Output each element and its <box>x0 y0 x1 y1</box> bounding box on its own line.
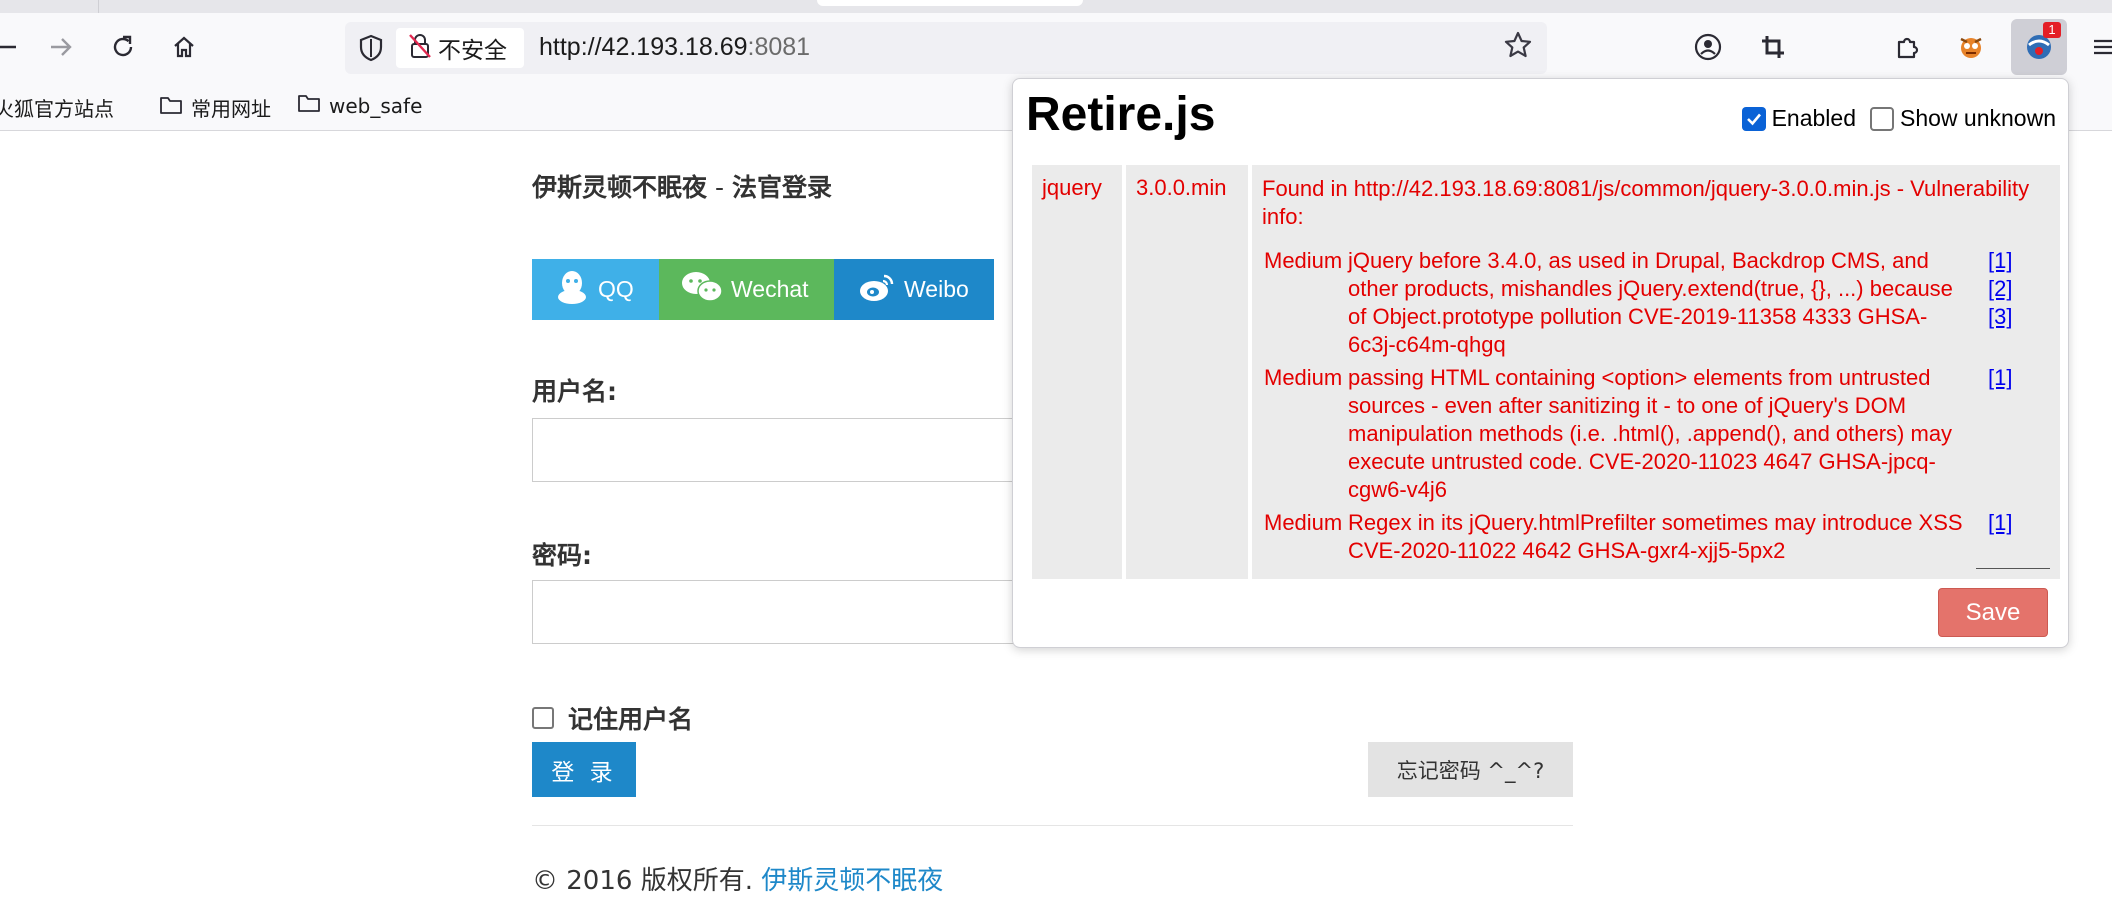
enabled-checkbox[interactable] <box>1741 106 1766 131</box>
account-icon[interactable] <box>1688 27 1728 67</box>
hackbar-extension-icon[interactable] <box>1951 27 1991 67</box>
results-table: jquery 3.0.0.min Found in http://42.193.… <box>1028 161 2064 583</box>
folder-icon <box>297 93 321 118</box>
copyright-text: © 2016 版权所有. <box>532 866 762 896</box>
reference-link[interactable]: [1] <box>1988 247 2048 275</box>
forward-icon[interactable] <box>41 27 81 67</box>
vulnerability-row: Medium jQuery before 3.4.0, as used in D… <box>1262 245 2050 362</box>
qq-login-button[interactable]: QQ <box>532 259 659 320</box>
wechat-label: Wechat <box>731 276 809 302</box>
page-heading: 法官登录 <box>731 173 832 202</box>
reference-links: [1] <box>1976 507 2050 569</box>
popup-options: Enabled Show unknown <box>1741 105 2056 132</box>
bookmark-firefox-site[interactable]: 火狐官方站点 <box>0 93 114 122</box>
enabled-label: Enabled <box>1771 105 1856 131</box>
remember-username[interactable]: 记住用户名 <box>532 700 693 736</box>
extensions-puzzle-icon[interactable] <box>1887 27 1927 67</box>
vulnerability-text: jQuery before 3.4.0, as used in Drupal, … <box>1348 248 1953 357</box>
title-separator: - <box>707 173 732 202</box>
back-icon[interactable] <box>0 27 26 67</box>
bookmark-folder-web-safe[interactable]: web_safe <box>297 93 422 118</box>
page-title: 伊斯灵顿不眠夜 - 法官登录 <box>532 168 832 204</box>
vulnerability-row: Medium Regex in its jQuery.htmlPrefilter… <box>1262 507 2050 569</box>
menu-icon[interactable] <box>2084 27 2112 67</box>
bookmark-label: 常用网址 <box>191 97 271 121</box>
remember-label: 记住用户名 <box>568 705 694 734</box>
shield-icon[interactable] <box>358 34 384 66</box>
bookmark-star-icon[interactable] <box>1503 30 1533 68</box>
social-login-group: QQ Wechat Weibo <box>532 259 994 320</box>
component-cell: jquery <box>1032 165 1122 579</box>
details-cell: Found in http://42.193.18.69:8081/js/com… <box>1252 165 2060 579</box>
reference-link[interactable]: [1] <box>1988 364 2048 392</box>
wechat-login-button[interactable]: Wechat <box>659 259 834 320</box>
navigation-toolbar: 不安全 http://42.193.18.69:8081 1 <box>0 13 2112 81</box>
home-icon[interactable] <box>164 27 204 67</box>
insecure-lock-icon <box>408 33 432 63</box>
address-bar[interactable]: 不安全 http://42.193.18.69:8081 <box>345 22 1547 74</box>
reference-link[interactable]: [3] <box>1988 303 2048 331</box>
severity: Medium <box>1264 365 1343 390</box>
qq-label: QQ <box>598 276 634 302</box>
reference-link[interactable]: [1] <box>1988 509 2048 537</box>
site-name: 伊斯灵顿不眠夜 <box>532 173 708 202</box>
vulnerability-text: Regex in its jQuery.htmlPrefilter someti… <box>1348 510 1963 563</box>
severity: Medium <box>1264 510 1343 535</box>
version-cell: 3.0.0.min <box>1126 165 1248 579</box>
footer: © 2016 版权所有. 伊斯灵顿不眠夜 <box>532 860 943 897</box>
url-text[interactable]: http://42.193.18.69:8081 <box>539 33 810 62</box>
url-host: http://42.193.18.69 <box>539 33 748 61</box>
reference-link[interactable]: [2] <box>1988 275 2048 303</box>
show-unknown-checkbox[interactable] <box>1870 106 1894 131</box>
divider <box>532 825 1573 826</box>
forgot-password-button[interactable]: 忘记密码 ^_^? <box>1368 742 1573 797</box>
login-button[interactable]: 登 录 <box>532 742 636 797</box>
vulnerability-row: Medium passing HTML containing <option> … <box>1262 362 2050 507</box>
show-unknown-label: Show unknown <box>1900 105 2056 131</box>
bookmark-folder-common[interactable]: 常用网址 <box>159 93 271 122</box>
weibo-login-button[interactable]: Weibo <box>834 259 994 320</box>
weibo-icon <box>858 271 904 309</box>
bookmark-label: web_safe <box>329 93 423 118</box>
password-label: 密码: <box>532 541 592 570</box>
reload-icon[interactable] <box>103 27 143 67</box>
url-port: :8081 <box>747 33 811 61</box>
popup-title: Retire.js <box>1026 88 1216 141</box>
tab-separator <box>98 0 99 13</box>
folder-icon <box>159 95 183 120</box>
security-indicator[interactable]: 不安全 <box>396 28 524 68</box>
save-button[interactable]: Save <box>1938 588 2048 637</box>
alert-count-badge: 1 <box>2043 22 2061 38</box>
reference-links: [1] [2] [3] <box>1976 245 2050 362</box>
footer-site-link[interactable]: 伊斯灵顿不眠夜 <box>761 866 943 896</box>
wechat-icon <box>681 270 731 310</box>
screenshot-crop-icon[interactable] <box>1753 27 1793 67</box>
retirejs-extension-button[interactable]: 1 <box>2011 19 2067 75</box>
weibo-label: Weibo <box>904 276 969 302</box>
vulnerability-text: passing HTML containing <option> element… <box>1348 365 1953 502</box>
tab-strip <box>0 0 2112 13</box>
result-row: jquery 3.0.0.min Found in http://42.193.… <box>1032 165 2060 579</box>
active-tab[interactable] <box>817 0 1083 6</box>
username-label: 用户名: <box>532 377 617 406</box>
found-in-text: Found in http://42.193.18.69:8081/js/com… <box>1262 176 2030 229</box>
vulnerability-list: Medium jQuery before 3.4.0, as used in D… <box>1262 245 2050 569</box>
retirejs-popup: Retire.js Enabled Show unknown jquery 3.… <box>1012 78 2069 648</box>
bookmark-label: 火狐官方站点 <box>0 97 114 121</box>
checkmark-icon <box>1746 113 1761 125</box>
security-label: 不安全 <box>438 38 507 64</box>
remember-checkbox[interactable] <box>532 707 554 729</box>
severity: Medium <box>1264 248 1343 273</box>
qq-icon <box>554 268 598 312</box>
reference-links: [1] <box>1976 362 2050 507</box>
